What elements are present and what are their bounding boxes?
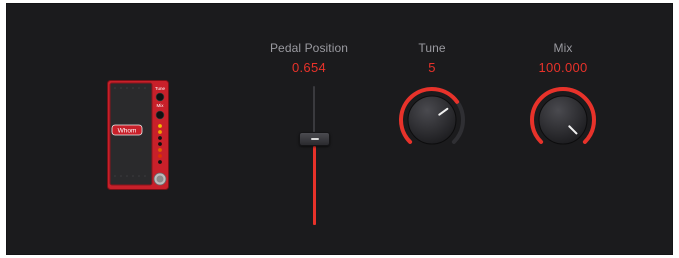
pedal-position-label: Pedal Position bbox=[269, 41, 349, 55]
pedal-position-value[interactable]: 0.654 bbox=[249, 60, 369, 75]
mix-knob[interactable] bbox=[528, 85, 598, 155]
tune-value[interactable]: 5 bbox=[372, 60, 492, 75]
plugin-panel: Whom Tune Mix Pedal Position 0.654 Tune … bbox=[6, 3, 673, 255]
whammy-pedal-icon: Whom Tune Mix bbox=[107, 80, 169, 190]
tune-knob[interactable] bbox=[397, 85, 467, 155]
pedal-position-slider[interactable] bbox=[299, 86, 330, 228]
pedal-position-track bbox=[313, 86, 315, 134]
pedal-badge-text: Whom bbox=[118, 128, 137, 135]
mix-label: Mix bbox=[553, 41, 573, 55]
tune-label: Tune bbox=[418, 41, 446, 55]
mix-value[interactable]: 100.000 bbox=[503, 60, 623, 75]
pedal-mix-label: Mix bbox=[157, 103, 165, 108]
pedal-tune-label: Tune bbox=[155, 86, 166, 91]
pedal-position-handle[interactable] bbox=[299, 132, 330, 146]
pedal-position-fill bbox=[313, 146, 316, 225]
